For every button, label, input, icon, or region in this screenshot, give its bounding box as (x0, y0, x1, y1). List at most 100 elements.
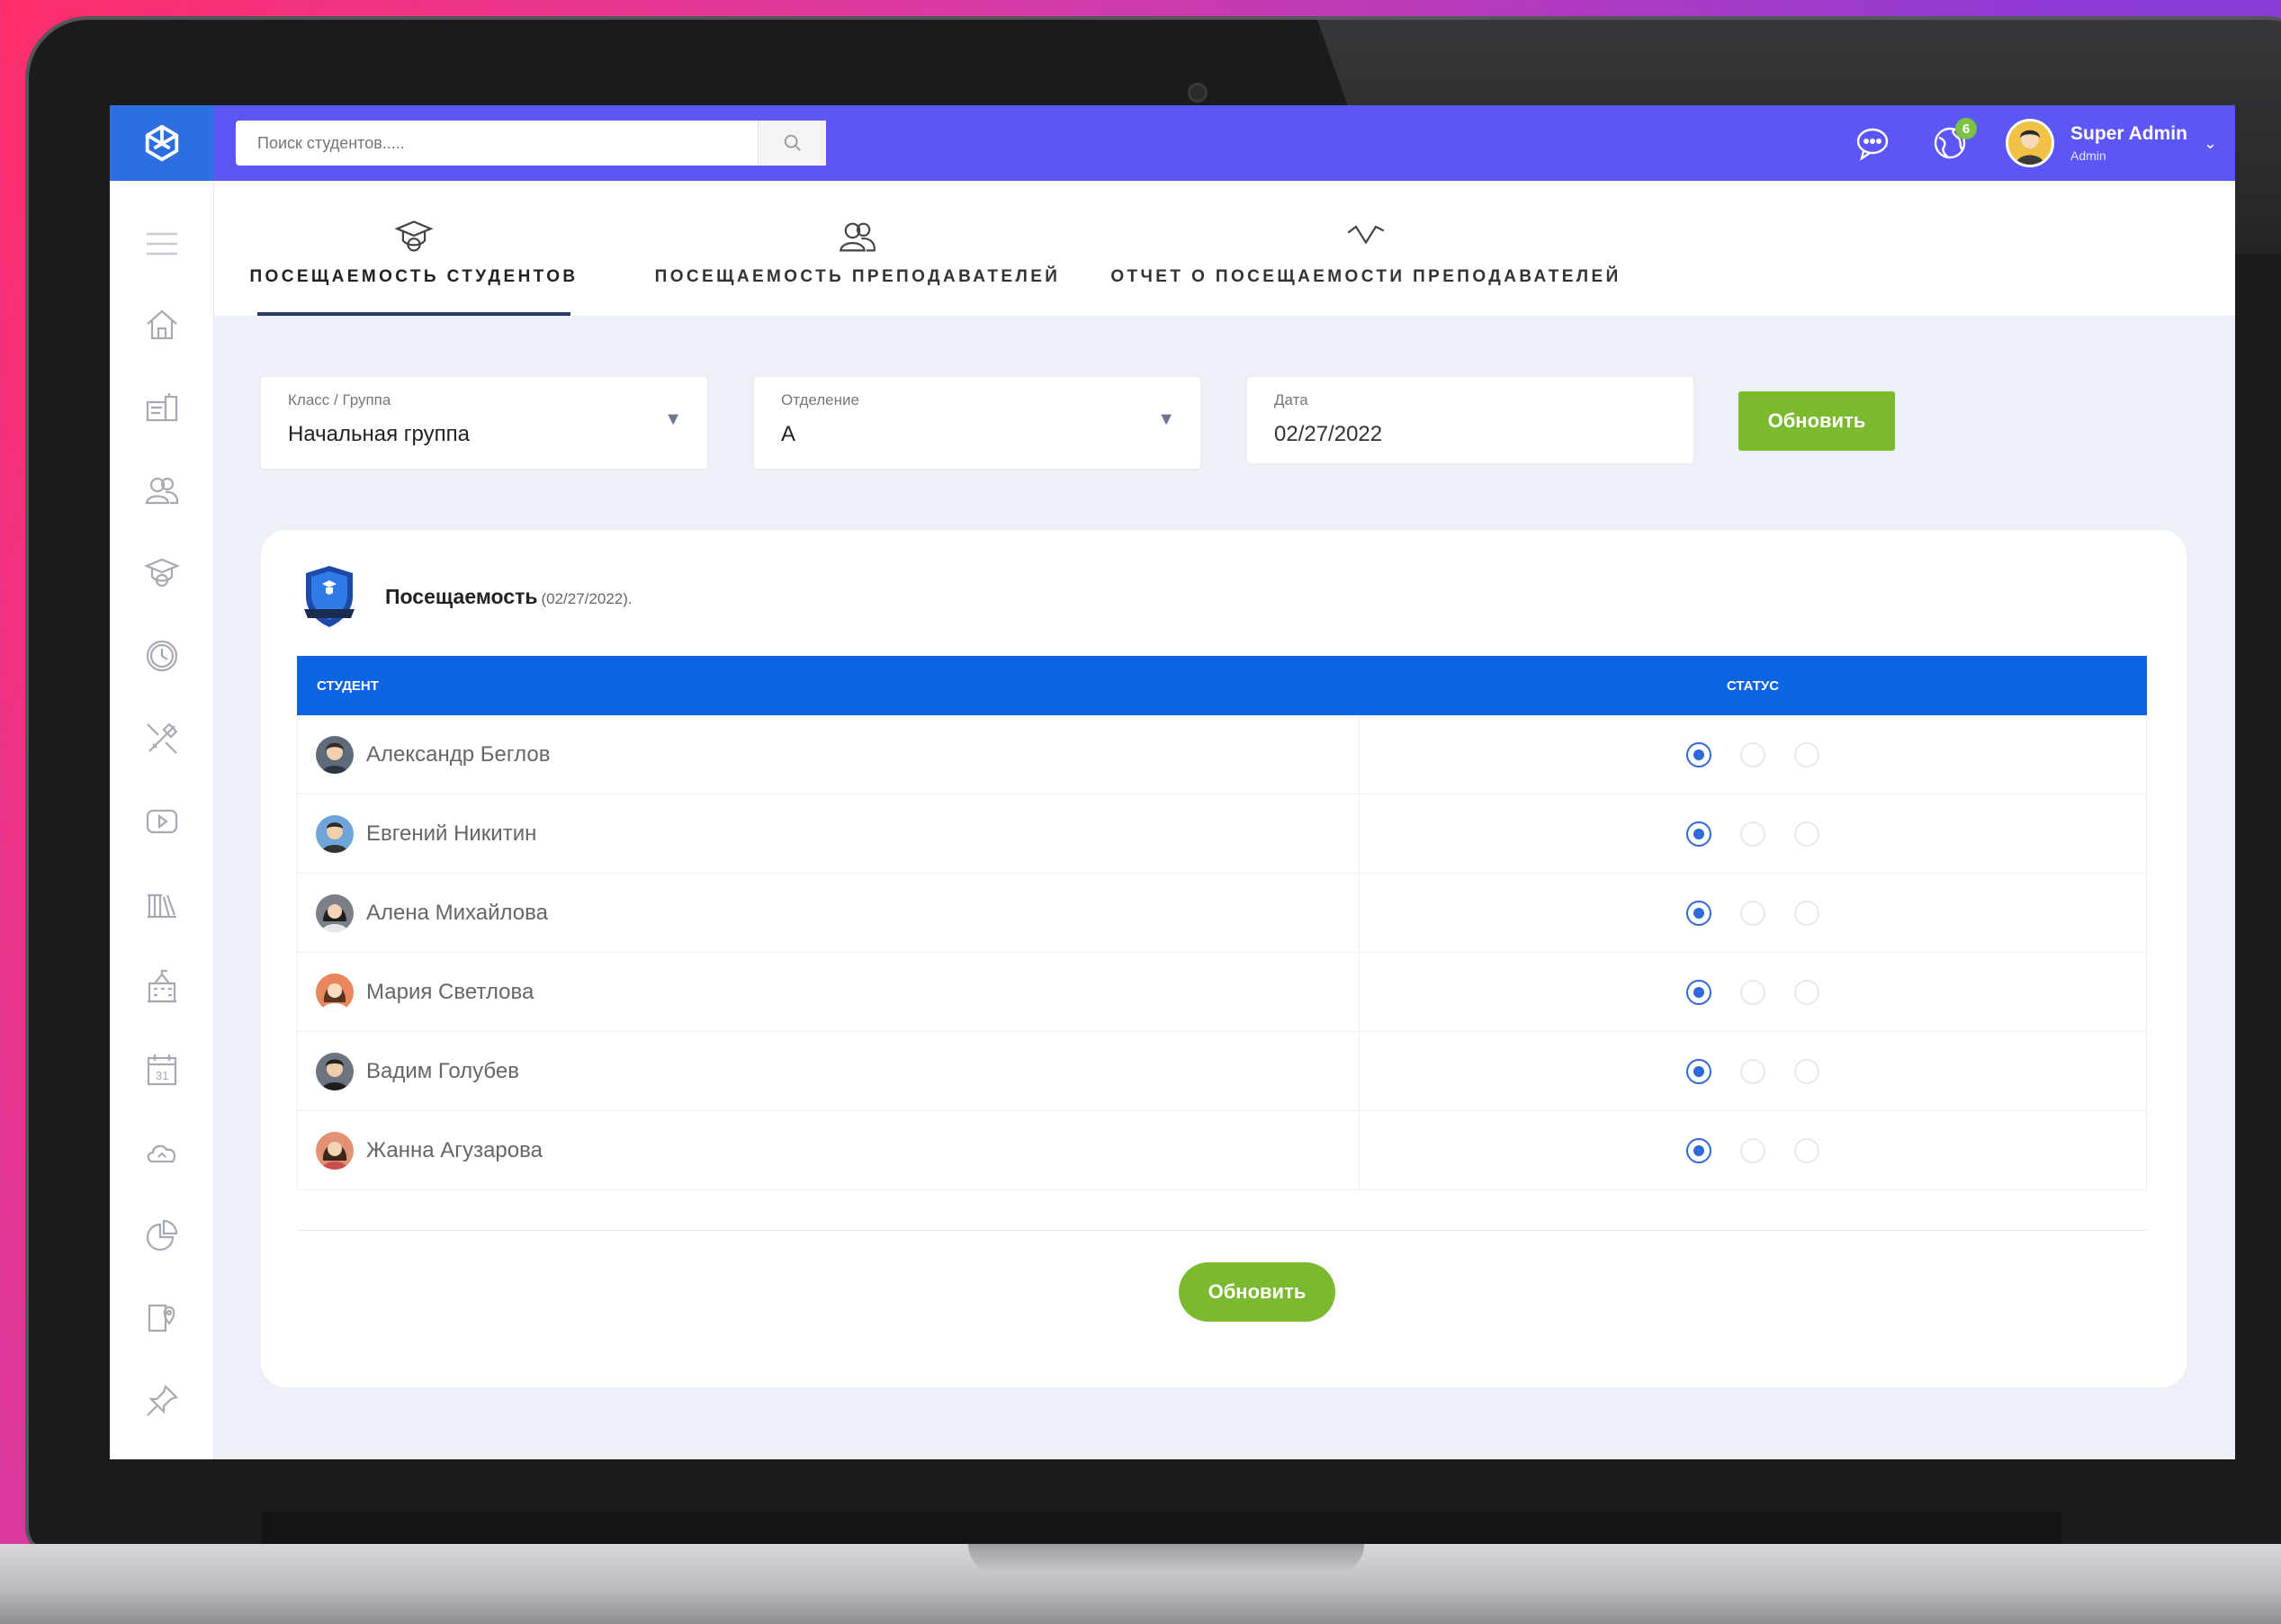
avatar (316, 1052, 354, 1090)
field-value: А (781, 422, 796, 446)
search-input[interactable] (236, 121, 758, 166)
avatar (316, 814, 354, 853)
tab-teacher-attendance[interactable]: ПОСЕЩАЕМОСТЬ ПРЕПОДАВАТЕЛЕЙ (655, 181, 1057, 316)
student-name: Мария Светлова (366, 979, 534, 1004)
status-radio-late[interactable] (1740, 821, 1765, 847)
status-radio-present[interactable] (1686, 1137, 1711, 1163)
cloud-icon[interactable] (142, 1133, 182, 1172)
student-name: Вадим Голубев (366, 1058, 519, 1083)
graduation-cap-icon[interactable] (142, 553, 182, 593)
notifications-button[interactable]: 6 (1928, 118, 1977, 165)
avatar (316, 973, 354, 1011)
field-label: Отделение (781, 391, 859, 408)
avatar (316, 1131, 354, 1170)
field-label: Класс / Группа (288, 391, 391, 408)
tools-icon[interactable] (142, 719, 182, 758)
filter-update-button[interactable]: Обновить (1738, 391, 1895, 451)
status-radio-absent[interactable] (1794, 979, 1819, 1005)
menu-icon[interactable] (142, 224, 182, 264)
table-row: Алена Михайлова (297, 874, 2147, 953)
top-bar: 6 Super Admin Admin ⌄ (110, 105, 2235, 181)
chart-icon[interactable] (142, 1216, 182, 1255)
video-icon[interactable] (142, 802, 182, 841)
logo-icon (145, 124, 179, 162)
notification-badge: 6 (1955, 118, 1977, 139)
tab-teacher-attendance-report[interactable]: ОТЧЕТ О ПОСЕЩАЕМОСТИ ПРЕПОДАВАТЕЛЕЙ (1110, 181, 1618, 316)
attendance-tabs: ПОСЕЩАЕМОСТЬ СТУДЕНТОВ ПОСЕЩАЕМОСТЬ ПРЕП… (214, 181, 2235, 316)
status-radio-present[interactable] (1686, 979, 1711, 1005)
column-header-student: СТУДЕНТ (317, 677, 379, 694)
caret-down-icon: ▼ (1157, 409, 1175, 429)
student-name: Жанна Агузарова (366, 1137, 543, 1162)
class-group-select[interactable]: Класс / Группа Начальная группа ▼ (261, 377, 707, 469)
status-radio-present[interactable] (1686, 1058, 1711, 1084)
users-icon (840, 222, 876, 252)
board-icon[interactable] (142, 388, 182, 427)
graduation-cap-icon (394, 220, 434, 252)
save-attendance-button[interactable]: Обновить (1179, 1262, 1335, 1322)
section-select[interactable]: Отделение А ▼ (754, 377, 1200, 469)
library-icon[interactable] (142, 884, 182, 924)
field-value: Начальная группа (288, 422, 470, 446)
status-radio-absent[interactable] (1794, 821, 1819, 847)
card-title-date: (02/27/2022). (541, 589, 633, 607)
student-name: Алена Михайлова (366, 900, 548, 925)
pin-icon[interactable] (142, 1381, 182, 1421)
status-radio-present[interactable] (1686, 821, 1711, 847)
active-tab-indicator (257, 312, 570, 316)
tab-label: ПОСЕЩАЕМОСТЬ ПРЕПОДАВАТЕЛЕЙ (654, 267, 1061, 286)
status-radio-late[interactable] (1740, 741, 1765, 767)
table-row: Евгений Никитин (297, 794, 2147, 874)
attendance-table: СТУДЕНТ СТАТУС Александр Беглов Евгений … (297, 656, 2147, 1190)
table-row: Александр Беглов (297, 715, 2147, 794)
tab-label: ОТЧЕТ О ПОСЕЩАЕМОСТИ ПРЕПОДАВАТЕЛЕЙ (1110, 267, 1621, 286)
card-title: Посещаемость (02/27/2022). (385, 584, 633, 608)
status-radio-late[interactable] (1740, 900, 1765, 926)
camera (1188, 83, 1208, 103)
field-value: 02/27/2022 (1274, 422, 1383, 446)
laptop-chin (261, 1512, 2061, 1548)
field-label: Дата (1274, 391, 1308, 408)
status-radio-absent[interactable] (1794, 1058, 1819, 1084)
laptop-notch (968, 1544, 1364, 1575)
status-radio-absent[interactable] (1794, 741, 1819, 767)
student-search (236, 121, 826, 166)
user-role: Admin (2070, 148, 2106, 163)
app-logo[interactable] (110, 105, 214, 181)
student-name: Евгений Никитин (366, 821, 537, 846)
tab-label: ПОСЕЩАЕМОСТЬ СТУДЕНТОВ (249, 267, 579, 286)
search-button[interactable] (758, 121, 826, 166)
chevron-down-icon: ⌄ (2203, 133, 2217, 152)
search-icon (784, 134, 801, 151)
avatar (316, 735, 354, 774)
avatar (2006, 119, 2054, 167)
student-name: Александр Беглов (366, 741, 551, 767)
status-radio-late[interactable] (1740, 1137, 1765, 1163)
date-field[interactable]: Дата 02/27/2022 (1247, 377, 1693, 463)
home-icon[interactable] (142, 305, 182, 345)
tab-student-attendance[interactable]: ПОСЕЩАЕМОСТЬ СТУДЕНТОВ (249, 181, 575, 316)
column-header-status: СТАТУС (1726, 677, 1780, 694)
user-name: Super Admin (2070, 123, 2187, 144)
status-radio-absent[interactable] (1794, 1137, 1819, 1163)
caret-down-icon: ▼ (664, 409, 682, 429)
users-icon[interactable] (142, 471, 182, 510)
table-row: Мария Светлова (297, 953, 2147, 1032)
clock-icon[interactable] (142, 636, 182, 676)
table-header: СТУДЕНТ СТАТУС (297, 656, 2147, 715)
building-icon[interactable] (142, 967, 182, 1007)
sidebar: 31 (110, 181, 214, 1459)
svg-text:31: 31 (156, 1069, 168, 1082)
chat-icon (1856, 128, 1889, 161)
table-row: Вадим Голубев (297, 1032, 2147, 1111)
calendar-icon[interactable]: 31 (142, 1050, 182, 1090)
status-radio-present[interactable] (1686, 741, 1711, 767)
avatar (316, 893, 354, 932)
user-menu[interactable]: Super Admin Admin ⌄ (2006, 119, 2217, 167)
map-icon[interactable] (142, 1298, 182, 1338)
status-radio-present[interactable] (1686, 900, 1711, 926)
status-radio-absent[interactable] (1794, 900, 1819, 926)
status-radio-late[interactable] (1740, 979, 1765, 1005)
status-radio-late[interactable] (1740, 1058, 1765, 1084)
chat-button[interactable] (1851, 121, 1894, 165)
